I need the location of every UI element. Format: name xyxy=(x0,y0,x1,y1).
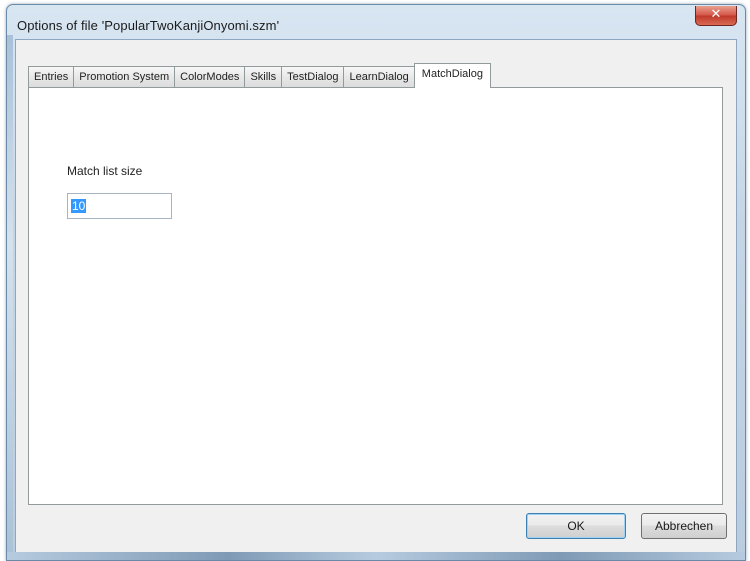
tab-learndialog[interactable]: LearnDialog xyxy=(343,66,415,87)
cancel-button[interactable]: Abbrechen xyxy=(641,513,727,539)
options-dialog-window: Options of file 'PopularTwoKanjiOnyomi.s… xyxy=(6,4,746,561)
tab-promotion-system[interactable]: Promotion System xyxy=(73,66,176,87)
tab-testdialog[interactable]: TestDialog xyxy=(281,66,345,87)
match-list-size-label: Match list size xyxy=(67,164,143,178)
tab-skills[interactable]: Skills xyxy=(244,66,283,87)
close-button[interactable]: ✕ xyxy=(695,6,737,26)
window-frame-edge xyxy=(7,35,13,555)
close-icon: ✕ xyxy=(710,7,722,22)
dialog-client-area: Entries Promotion System ColorModes Skil… xyxy=(15,39,737,554)
window-title: Options of file 'PopularTwoKanjiOnyomi.s… xyxy=(17,18,280,33)
tab-colormodes[interactable]: ColorModes xyxy=(174,66,246,87)
tab-entries[interactable]: Entries xyxy=(28,66,75,87)
matchdialog-tab-panel: Match list size 10 xyxy=(28,87,723,505)
match-list-size-input[interactable]: 10 xyxy=(67,193,172,219)
title-bar[interactable]: Options of file 'PopularTwoKanjiOnyomi.s… xyxy=(7,5,745,39)
tab-strip: Entries Promotion System ColorModes Skil… xyxy=(28,63,491,88)
ok-button[interactable]: OK xyxy=(526,513,626,539)
match-list-size-value: 10 xyxy=(71,199,87,213)
tab-matchdialog[interactable]: MatchDialog xyxy=(413,63,491,88)
window-bottom-edge xyxy=(7,552,745,560)
